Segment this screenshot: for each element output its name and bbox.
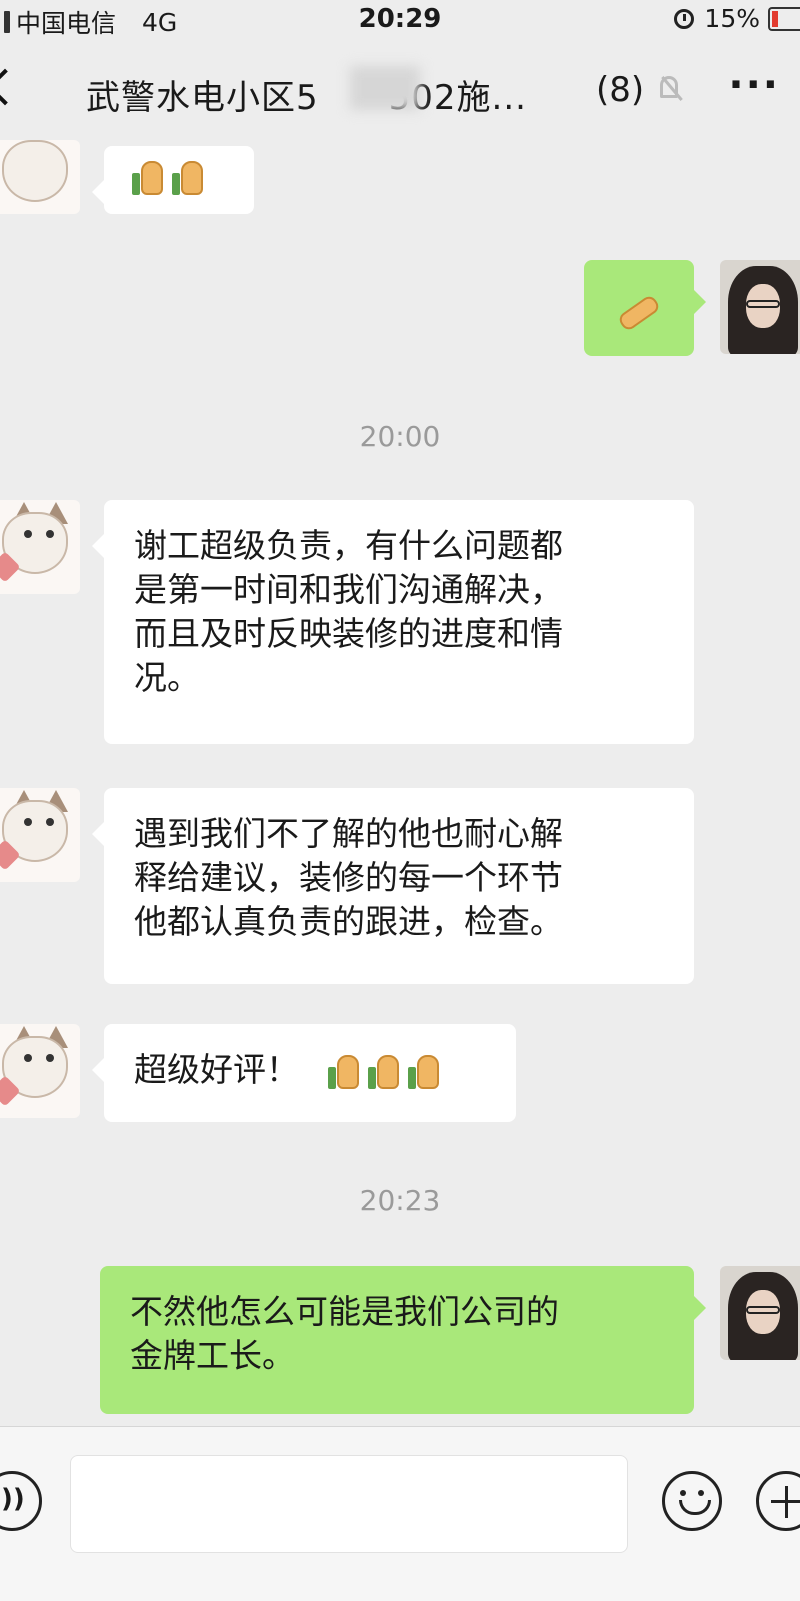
glasses-icon <box>746 300 780 308</box>
message-text: 超级好评！ <box>134 1050 299 1089</box>
chat-title-main: 武警水电小区5 <box>86 78 319 118</box>
message-input[interactable] <box>70 1455 628 1553</box>
status-bar: 中国电信 4G 20:29 15% <box>0 0 800 40</box>
message-bubble[interactable]: 谢工超级负责，有什么问题都 是第一时间和我们沟通解决， 而且及时反映装修的进度和… <box>92 500 694 744</box>
avatar[interactable] <box>0 788 80 882</box>
thumbs-up-icon <box>172 159 204 197</box>
chat-title: 武警水电小区5 502施... <box>86 70 527 119</box>
timestamp: 20:23 <box>359 1184 441 1217</box>
avatar[interactable] <box>720 260 800 354</box>
message-text: 不然他怎么可能是我们公司的 金牌工长。 <box>130 1292 559 1375</box>
glasses-icon <box>746 1306 780 1314</box>
battery-percent: 15% <box>704 4 760 33</box>
thumbs-up-icon <box>327 1053 360 1091</box>
message-text: 遇到我们不了解的他也耐心解 释给建议，装修的每一个环节 他都认真负责的跟进，检查… <box>134 814 563 941</box>
blurred-region <box>350 66 420 110</box>
timestamp: 20:00 <box>359 420 441 453</box>
message-bubble-hand[interactable] <box>584 260 706 356</box>
message-bubble-thumbs[interactable] <box>92 146 254 214</box>
avatar[interactable] <box>0 1024 80 1118</box>
message-bubble[interactable]: 超级好评！ <box>92 1024 516 1122</box>
alarm-icon <box>674 8 695 29</box>
avatar[interactable] <box>720 1266 800 1360</box>
more-icon[interactable]: ··· <box>728 62 780 108</box>
thumbs-up-icon <box>367 1053 400 1091</box>
cat-avatar-icon <box>2 140 68 202</box>
input-bar <box>0 1426 800 1601</box>
battery-icon <box>768 6 800 31</box>
back-icon[interactable] <box>0 68 24 106</box>
message-text: 谢工超级负责，有什么问题都 是第一时间和我们沟通解决， 而且及时反映装修的进度和… <box>134 526 563 697</box>
avatar[interactable] <box>0 500 80 594</box>
voice-icon[interactable] <box>0 1471 42 1531</box>
avatar[interactable] <box>0 140 80 214</box>
mute-icon <box>660 76 678 98</box>
member-count: (8) <box>596 70 645 110</box>
message-bubble[interactable]: 不然他怎么可能是我们公司的 金牌工长。 <box>100 1266 706 1414</box>
message-bubble[interactable]: 遇到我们不了解的他也耐心解 释给建议，装修的每一个环节 他都认真负责的跟进，检查… <box>92 788 694 984</box>
hand-icon <box>618 288 658 324</box>
plus-icon[interactable] <box>756 1471 800 1531</box>
thumbs-up-icon <box>132 159 164 197</box>
thumbs-up-icon <box>407 1053 440 1091</box>
emoji-icon[interactable] <box>662 1471 722 1531</box>
